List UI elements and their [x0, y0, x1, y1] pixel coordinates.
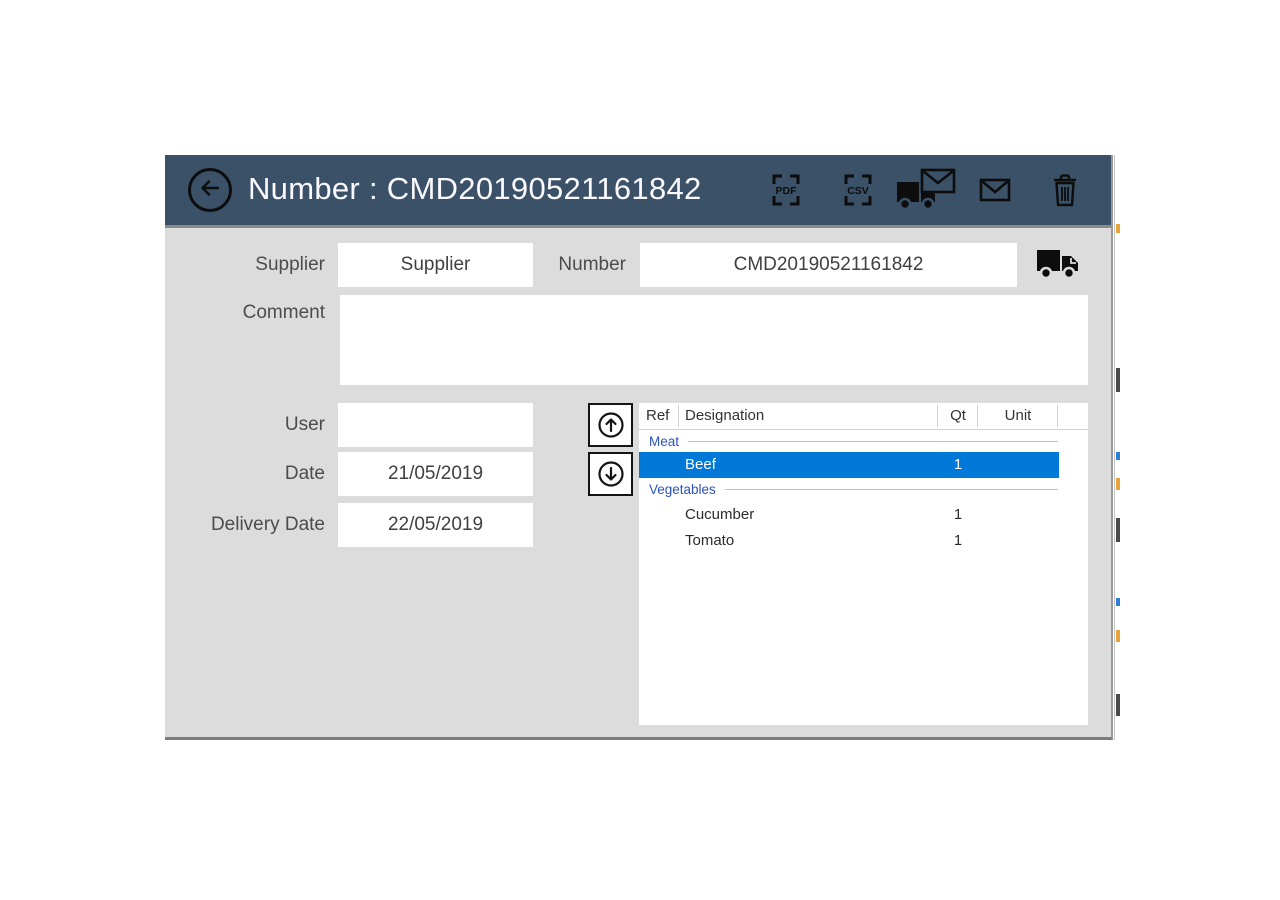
circle-arrow-down-icon	[595, 458, 627, 490]
column-header-qt: Qt	[938, 407, 978, 425]
export-pdf-button[interactable]: PDF	[769, 171, 803, 209]
screen-edge-peek	[1116, 224, 1120, 233]
back-button[interactable]	[188, 168, 232, 212]
column-divider	[977, 405, 978, 427]
column-divider	[937, 405, 938, 427]
table-row-beef[interactable]: Beef 1	[639, 452, 1059, 478]
circle-arrow-up-icon	[595, 409, 627, 441]
screen-edge-peek	[1116, 368, 1120, 392]
group-divider-line	[725, 489, 1058, 490]
pdf-icon: PDF	[769, 171, 803, 209]
order-items-table: Ref Designation Qt Unit Meat Beef 1 Vege…	[639, 403, 1088, 725]
table-row-cucumber[interactable]: Cucumber 1	[639, 502, 1059, 527]
csv-icon: CSV	[841, 171, 875, 209]
column-header-designation: Designation	[685, 407, 764, 425]
back-arrow-icon	[197, 175, 223, 206]
delete-button[interactable]	[1051, 171, 1079, 209]
column-divider	[1057, 405, 1058, 427]
move-item-down-button[interactable]	[588, 452, 633, 496]
order-detail-window: Number : CMD20190521161842 PDF CSV	[165, 155, 1113, 740]
export-csv-button[interactable]: CSV	[841, 171, 875, 209]
screen-edge-peek	[1116, 518, 1120, 542]
group-label: Vegetables	[649, 482, 716, 497]
number-input[interactable]	[640, 243, 1017, 287]
send-mail-button[interactable]	[979, 171, 1011, 209]
svg-text:CSV: CSV	[847, 185, 869, 197]
screen-edge-peek	[1116, 630, 1120, 642]
user-input[interactable]	[338, 403, 533, 447]
screen-edge-peek	[1116, 478, 1120, 490]
column-header-ref: Ref	[646, 407, 669, 425]
date-label: Date	[175, 452, 325, 496]
user-label: User	[175, 403, 325, 447]
delivery-truck-icon[interactable]	[1035, 246, 1081, 284]
delivery-date-input[interactable]	[338, 503, 533, 547]
group-divider-line	[688, 441, 1058, 442]
group-label: Meat	[649, 434, 679, 449]
column-divider	[678, 405, 679, 427]
truck-mail-icon	[895, 166, 961, 212]
comment-label: Comment	[175, 296, 325, 330]
svg-text:PDF: PDF	[776, 185, 798, 197]
screen-edge-divider	[1114, 155, 1115, 740]
group-header-meat: Meat	[649, 433, 1078, 450]
cell-designation: Tomato	[685, 528, 734, 553]
cell-designation: Cucumber	[685, 502, 754, 527]
screen-edge-peek	[1116, 598, 1120, 606]
screen-edge-peek	[1116, 452, 1120, 460]
comment-input[interactable]	[340, 295, 1088, 385]
group-header-vegetables: Vegetables	[649, 481, 1078, 498]
cell-designation: Beef	[685, 452, 716, 477]
column-header-unit: Unit	[978, 407, 1058, 425]
send-delivery-mail-button[interactable]	[895, 167, 961, 211]
screen-edge-peek	[1116, 694, 1120, 716]
cell-qt: 1	[938, 528, 978, 553]
page-title: Number : CMD20190521161842	[248, 155, 702, 225]
cell-qt: 1	[938, 452, 978, 477]
mail-icon	[979, 171, 1011, 209]
move-item-up-button[interactable]	[588, 403, 633, 447]
table-row-tomato[interactable]: Tomato 1	[639, 528, 1059, 553]
number-label: Number	[476, 243, 626, 287]
table-header-row: Ref Designation Qt Unit	[639, 403, 1088, 430]
trash-icon	[1051, 171, 1079, 209]
supplier-label: Supplier	[175, 243, 325, 287]
date-input[interactable]	[338, 452, 533, 496]
cell-qt: 1	[938, 502, 978, 527]
delivery-date-label: Delivery Date	[175, 503, 325, 547]
titlebar: Number : CMD20190521161842 PDF CSV	[165, 155, 1111, 228]
